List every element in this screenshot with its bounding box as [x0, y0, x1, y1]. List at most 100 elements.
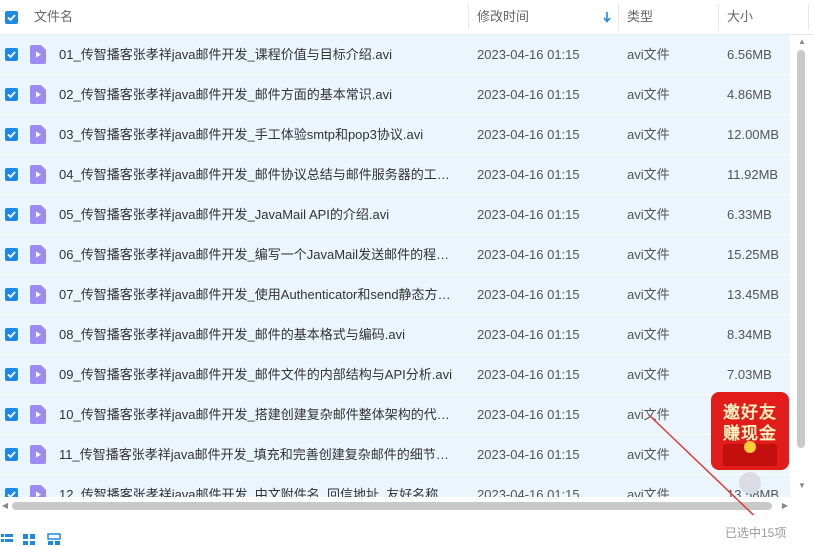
scroll-left-icon[interactable]: ◀	[0, 500, 10, 512]
row-checkbox[interactable]	[5, 368, 18, 381]
file-name[interactable]: 02_传智播客张孝祥java邮件开发_邮件方面的基本常识.avi	[59, 75, 459, 114]
column-header-name[interactable]: 文件名	[34, 0, 73, 34]
table-row[interactable]: 06_传智播客张孝祥java邮件开发_编写一个JavaMail发送邮件的程序.a…	[0, 235, 790, 275]
check-icon	[7, 171, 16, 179]
row-checkbox[interactable]	[5, 88, 18, 101]
check-icon	[7, 291, 16, 299]
row-checkbox[interactable]	[5, 408, 18, 421]
grid-view-icon[interactable]	[22, 532, 36, 546]
video-file-icon	[30, 405, 46, 424]
selection-status: 已选中15项	[725, 526, 787, 540]
column-header-modified[interactable]: 修改时间	[477, 0, 529, 34]
coin-icon	[744, 441, 756, 453]
table-row[interactable]: 03_传智播客张孝祥java邮件开发_手工体验smtp和pop3协议.avi 2…	[0, 115, 790, 155]
vertical-scrollbar[interactable]: ▲ ▼	[795, 36, 809, 492]
row-checkbox[interactable]	[5, 48, 18, 61]
row-checkbox[interactable]	[5, 288, 18, 301]
file-name[interactable]: 04_传智播客张孝祥java邮件开发_邮件协议总结与邮件服务器的工作原理....	[59, 155, 459, 194]
video-file-icon	[30, 165, 46, 184]
row-checkbox[interactable]	[5, 248, 18, 261]
video-file-icon	[30, 365, 46, 384]
row-checkbox[interactable]	[5, 328, 18, 341]
file-type: avi文件	[627, 487, 670, 497]
file-name[interactable]: 08_传智播客张孝祥java邮件开发_邮件的基本格式与编码.avi	[59, 315, 459, 354]
list-header: 文件名 修改时间 类型 大小	[0, 0, 813, 35]
column-divider[interactable]	[718, 4, 719, 30]
scroll-up-icon[interactable]: ▲	[795, 36, 809, 48]
table-row[interactable]: 02_传智播客张孝祥java邮件开发_邮件方面的基本常识.avi 2023-04…	[0, 75, 790, 115]
table-row[interactable]: 12_传智播客张孝祥java邮件开发_中文附件名_回信地址_友好名称等技巧.av…	[0, 475, 790, 497]
table-row[interactable]: 08_传智播客张孝祥java邮件开发_邮件的基本格式与编码.avi 2023-0…	[0, 315, 790, 355]
file-modified: 2023-04-16 01:15	[477, 487, 580, 497]
check-icon	[7, 251, 16, 259]
file-modified: 2023-04-16 01:15	[477, 407, 580, 422]
table-row[interactable]: 10_传智播客张孝祥java邮件开发_搭建创建复杂邮件整体架构的代码.avi 2…	[0, 395, 790, 435]
horizontal-scroll-thumb[interactable]	[12, 502, 772, 510]
column-divider[interactable]	[468, 4, 469, 30]
file-name[interactable]: 10_传智播客张孝祥java邮件开发_搭建创建复杂邮件整体架构的代码.avi	[59, 395, 459, 434]
floating-circle-button[interactable]	[739, 472, 761, 494]
file-size: 6.33MB	[727, 207, 772, 222]
video-file-icon	[30, 485, 46, 497]
table-row[interactable]: 09_传智播客张孝祥java邮件开发_邮件文件的内部结构与API分析.avi 2…	[0, 355, 790, 395]
invite-promo-badge[interactable]: 邀好友 赚现金	[711, 392, 789, 470]
row-checkbox[interactable]	[5, 488, 18, 497]
file-modified: 2023-04-16 01:15	[477, 447, 580, 462]
file-type: avi文件	[627, 447, 670, 462]
column-divider[interactable]	[618, 4, 619, 30]
file-modified: 2023-04-16 01:15	[477, 47, 580, 62]
check-icon	[7, 131, 16, 139]
table-row[interactable]: 11_传智播客张孝祥java邮件开发_填充和完善创建复杂邮件的细节代码.avi …	[0, 435, 790, 475]
table-row[interactable]: 01_传智播客张孝祥java邮件开发_课程价值与目标介绍.avi 2023-04…	[0, 35, 790, 75]
column-divider[interactable]	[808, 4, 809, 30]
row-checkbox[interactable]	[5, 448, 18, 461]
file-modified: 2023-04-16 01:15	[477, 167, 580, 182]
video-file-icon	[30, 85, 46, 104]
vertical-scroll-thumb[interactable]	[797, 50, 805, 448]
file-modified: 2023-04-16 01:15	[477, 87, 580, 102]
file-name[interactable]: 01_传智播客张孝祥java邮件开发_课程价值与目标介绍.avi	[59, 35, 459, 74]
column-header-type[interactable]: 类型	[627, 0, 653, 34]
thumbnail-view-icon[interactable]	[47, 532, 61, 546]
video-file-icon	[30, 45, 46, 64]
list-view-icon[interactable]	[0, 532, 14, 546]
file-size: 13.45MB	[727, 287, 780, 302]
column-header-size[interactable]: 大小	[727, 0, 753, 34]
file-type: avi文件	[627, 87, 670, 102]
file-type: avi文件	[627, 287, 670, 302]
file-size: 7.03MB	[727, 367, 772, 382]
file-size: 8.34MB	[727, 327, 772, 342]
check-icon	[7, 371, 16, 379]
table-row[interactable]: 05_传智播客张孝祥java邮件开发_JavaMail API的介绍.avi 2…	[0, 195, 790, 235]
file-name[interactable]: 09_传智播客张孝祥java邮件开发_邮件文件的内部结构与API分析.avi	[59, 355, 459, 394]
scroll-down-icon[interactable]: ▼	[795, 480, 809, 492]
file-name[interactable]: 11_传智播客张孝祥java邮件开发_填充和完善创建复杂邮件的细节代码.avi	[59, 435, 459, 474]
table-row[interactable]: 07_传智播客张孝祥java邮件开发_使用Authenticator和send静…	[0, 275, 790, 315]
row-checkbox[interactable]	[5, 208, 18, 221]
file-name[interactable]: 07_传智播客张孝祥java邮件开发_使用Authenticator和send静…	[59, 275, 459, 314]
scroll-right-icon[interactable]: ▶	[780, 500, 790, 512]
row-checkbox[interactable]	[5, 128, 18, 141]
file-type: avi文件	[627, 127, 670, 142]
check-icon	[7, 91, 16, 99]
check-icon	[7, 331, 16, 339]
file-name[interactable]: 05_传智播客张孝祥java邮件开发_JavaMail API的介绍.avi	[59, 195, 459, 234]
video-file-icon	[30, 285, 46, 304]
check-icon	[7, 211, 16, 219]
file-type: avi文件	[627, 47, 670, 62]
file-type: avi文件	[627, 367, 670, 382]
file-rows: 01_传智播客张孝祥java邮件开发_课程价值与目标介绍.avi 2023-04…	[0, 35, 790, 497]
file-modified: 2023-04-16 01:15	[477, 287, 580, 302]
file-name[interactable]: 12_传智播客张孝祥java邮件开发_中文附件名_回信地址_友好名称等技巧.av…	[59, 475, 459, 497]
file-name[interactable]: 06_传智播客张孝祥java邮件开发_编写一个JavaMail发送邮件的程序.a…	[59, 235, 459, 274]
file-modified: 2023-04-16 01:15	[477, 207, 580, 222]
select-all-checkbox[interactable]	[5, 11, 18, 24]
table-row[interactable]: 04_传智播客张孝祥java邮件开发_邮件协议总结与邮件服务器的工作原理....…	[0, 155, 790, 195]
video-file-icon	[30, 245, 46, 264]
file-type: avi文件	[627, 207, 670, 222]
horizontal-scrollbar[interactable]: ◀ ▶	[0, 499, 795, 513]
row-checkbox[interactable]	[5, 168, 18, 181]
sort-desc-icon[interactable]	[602, 11, 612, 23]
file-size: 6.56MB	[727, 47, 772, 62]
file-name[interactable]: 03_传智播客张孝祥java邮件开发_手工体验smtp和pop3协议.avi	[59, 115, 459, 154]
